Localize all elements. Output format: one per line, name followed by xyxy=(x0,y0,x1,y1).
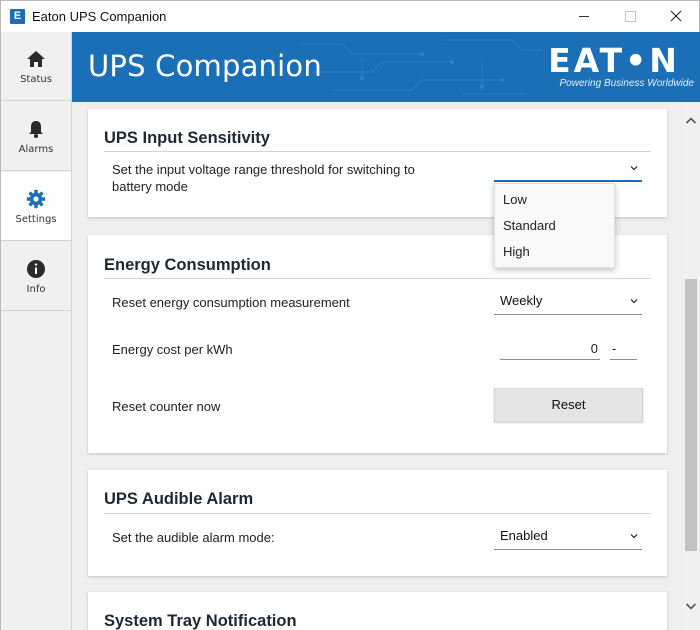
select-value: Weekly xyxy=(500,293,543,308)
scroll-up-button[interactable] xyxy=(682,114,700,132)
page-header: UPS Companion EAT•N Powering Business Wo… xyxy=(72,32,700,102)
page-title: UPS Companion xyxy=(88,49,322,83)
scroll-down-button[interactable] xyxy=(682,599,700,617)
sidebar-item-label: Info xyxy=(26,284,46,295)
sensitivity-dropdown-menu: Low Standard High xyxy=(494,183,615,268)
app-icon: E xyxy=(10,9,25,24)
option-low[interactable]: Low xyxy=(495,187,614,213)
alarm-card: UPS Audible Alarm Set the audible alarm … xyxy=(88,470,667,576)
maximize-button[interactable] xyxy=(607,1,653,31)
app-window: E Eaton UPS Companion Status Alarms Sett… xyxy=(0,0,700,630)
currency-input[interactable]: - xyxy=(610,338,637,360)
card-title: Energy Consumption xyxy=(104,256,271,274)
select-value: Enabled xyxy=(500,528,548,543)
option-standard[interactable]: Standard xyxy=(495,213,614,239)
reset-measurement-label: Reset energy consumption measurement xyxy=(112,295,350,310)
card-title: System Tray Notification xyxy=(104,612,297,630)
brand-name: EAT•N xyxy=(548,41,680,80)
main-panel: UPS Companion EAT•N Powering Business Wo… xyxy=(72,32,700,630)
home-icon xyxy=(27,51,45,67)
vertical-scrollbar[interactable] xyxy=(682,102,700,630)
reset-frequency-select[interactable]: Weekly xyxy=(494,289,642,315)
card-title: UPS Audible Alarm xyxy=(104,490,254,508)
alarm-mode-label: Set the audible alarm mode: xyxy=(112,530,275,545)
minimize-button[interactable] xyxy=(561,1,607,31)
close-icon xyxy=(670,10,682,22)
option-high[interactable]: High xyxy=(495,239,614,265)
divider xyxy=(104,278,651,279)
brand-tagline: Powering Business Worldwide xyxy=(559,78,694,89)
tray-card: System Tray Notification xyxy=(88,592,667,630)
chevron-down-icon xyxy=(685,603,697,610)
scroll-thumb[interactable] xyxy=(685,279,697,551)
close-button[interactable] xyxy=(653,1,699,31)
divider xyxy=(104,513,651,514)
info-icon xyxy=(27,260,45,278)
gear-icon xyxy=(26,189,46,209)
sidebar-item-alarms[interactable]: Alarms xyxy=(1,102,71,171)
sensitivity-label: Set the input voltage range threshold fo… xyxy=(112,162,415,194)
reset-counter-label: Reset counter now xyxy=(112,399,221,414)
sidebar-item-label: Alarms xyxy=(18,144,54,155)
sidebar-item-status[interactable]: Status xyxy=(1,32,71,101)
window-title: Eaton UPS Companion xyxy=(32,9,167,24)
title-bar: E Eaton UPS Companion xyxy=(1,1,699,32)
eaton-logo: EAT•N Powering Business Worldwide xyxy=(534,41,694,93)
sidebar-item-settings[interactable]: Settings xyxy=(1,172,71,241)
sidebar-item-label: Settings xyxy=(15,214,57,225)
reset-button[interactable]: Reset xyxy=(494,388,643,422)
sidebar-item-label: Status xyxy=(20,74,52,85)
card-title: UPS Input Sensitivity xyxy=(104,129,270,147)
bell-icon xyxy=(29,121,43,138)
chevron-down-icon xyxy=(630,299,638,304)
chevron-down-icon xyxy=(630,534,638,539)
energy-cost-input[interactable]: 0 xyxy=(500,338,600,360)
alarm-mode-select[interactable]: Enabled xyxy=(494,524,642,550)
chevron-down-icon xyxy=(630,166,638,171)
energy-cost-label: Energy cost per kWh xyxy=(112,342,233,357)
divider xyxy=(104,151,651,152)
sidebar-item-info[interactable]: Info xyxy=(1,242,71,311)
chevron-up-icon xyxy=(685,117,697,124)
sensitivity-select[interactable] xyxy=(494,156,642,182)
sidebar: Status Alarms Settings Info xyxy=(1,32,72,630)
